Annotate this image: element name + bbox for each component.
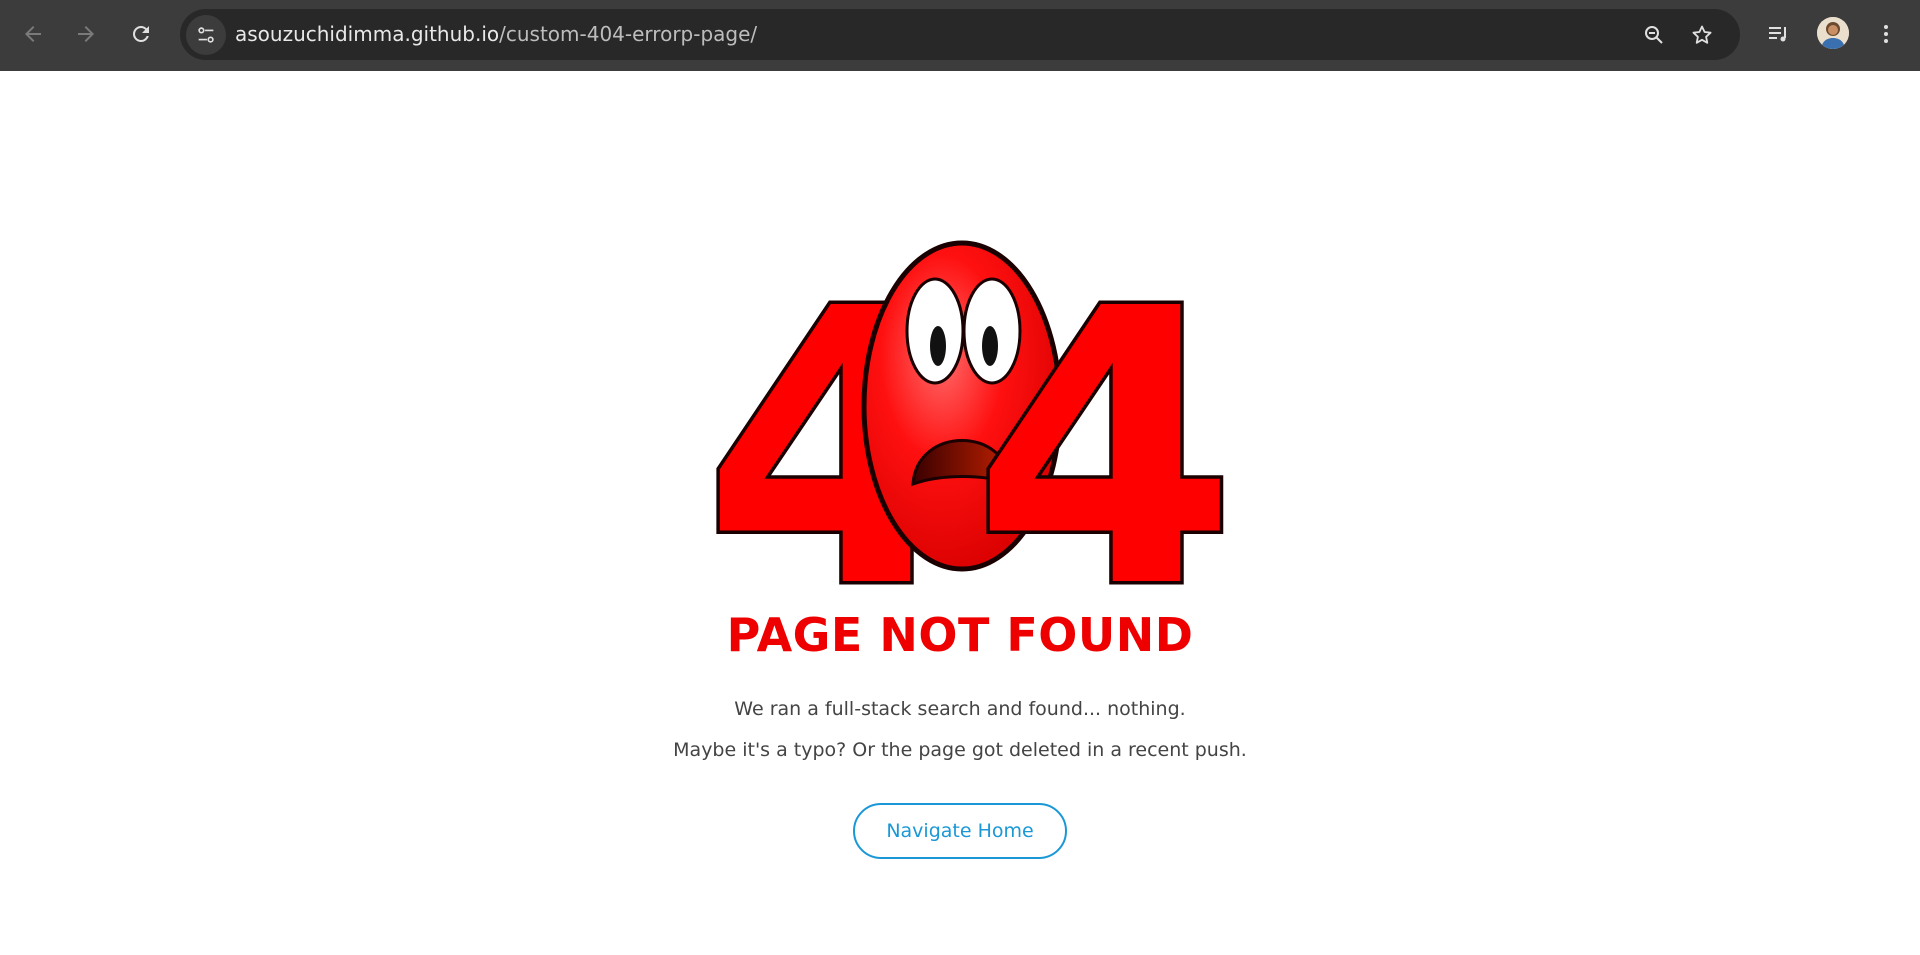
navigate-home-button[interactable]: Navigate Home — [853, 803, 1067, 859]
profile-avatar[interactable] — [1817, 17, 1849, 49]
browser-toolbar: asouzuchidimma.github.io/custom-404-erro… — [0, 0, 1920, 71]
address-bar[interactable]: asouzuchidimma.github.io/custom-404-erro… — [180, 9, 1740, 60]
page-content: 4 4 PAGE NOT FOUND We ran a full-stack s… — [0, 71, 1920, 955]
back-icon — [25, 26, 41, 42]
bookmark-button[interactable] — [1686, 19, 1718, 51]
more-menu-button[interactable] — [1866, 14, 1906, 54]
avatar-icon — [1817, 17, 1849, 49]
site-info-icon — [198, 27, 214, 43]
forward-button[interactable] — [66, 14, 106, 54]
more-menu-icon — [1884, 25, 1888, 43]
message-line-1: We ran a full-stack search and found... … — [734, 698, 1186, 720]
reload-button[interactable] — [121, 14, 161, 54]
zoom-icon — [1645, 26, 1663, 44]
bookmark-star-icon — [1692, 25, 1712, 44]
url-path: /custom-404-errorp-page/ — [499, 22, 758, 46]
media-control-icon — [1769, 27, 1786, 42]
digit-right: 4 — [973, 228, 1235, 606]
url-host: asouzuchidimma.github.io — [235, 22, 500, 46]
message-line-2: Maybe it's a typo? Or the page got delet… — [673, 739, 1247, 761]
zoom-button[interactable] — [1638, 19, 1670, 51]
forward-icon — [78, 26, 94, 42]
url-text[interactable]: asouzuchidimma.github.io/custom-404-erro… — [235, 22, 757, 46]
media-control-button[interactable] — [1758, 14, 1798, 54]
back-button[interactable] — [13, 14, 53, 54]
reload-icon — [133, 25, 149, 42]
site-info-button[interactable] — [186, 15, 226, 55]
page-title: PAGE NOT FOUND — [726, 608, 1194, 662]
hero-404-image: 4 4 — [699, 225, 1235, 607]
